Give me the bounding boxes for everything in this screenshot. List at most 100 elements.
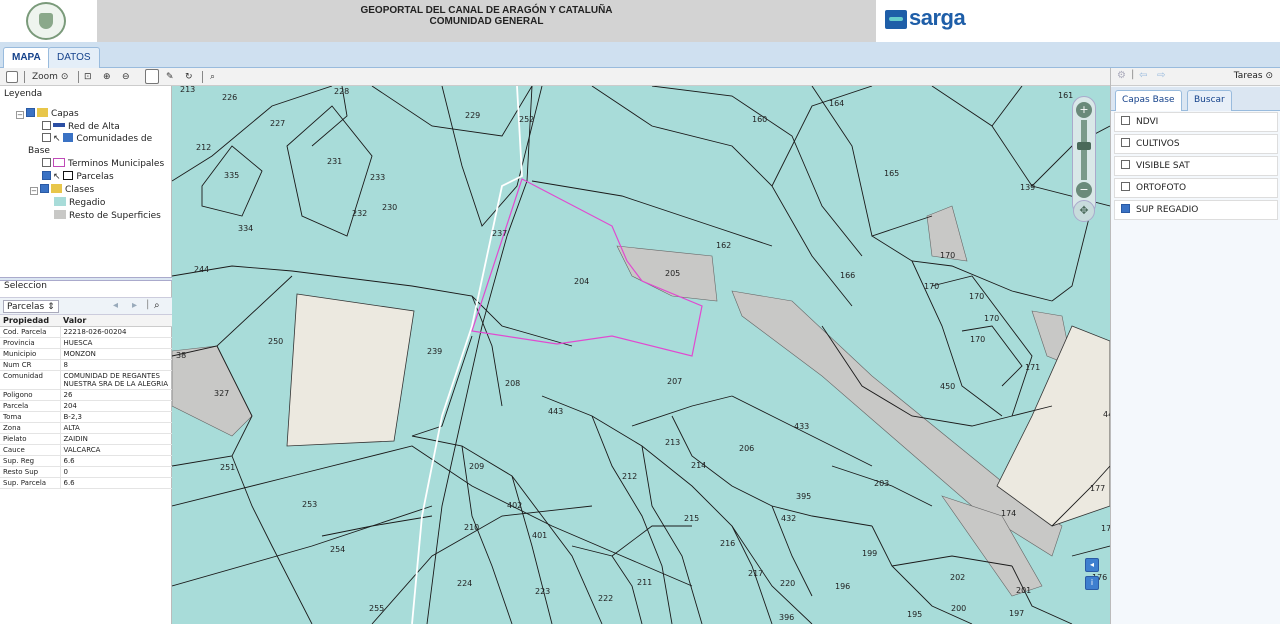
checkbox[interactable] <box>1121 204 1130 213</box>
legend-item-comunidades[interactable]: ↖ Comunidades de <box>42 133 152 145</box>
tab-capas-base[interactable]: Capas Base <box>1115 90 1182 111</box>
tareas-menu[interactable]: Tareas ⊙ <box>1234 71 1273 81</box>
parcel-label: 220 <box>780 579 795 588</box>
zoom-in-icon[interactable]: ⊕ <box>103 70 111 84</box>
parcel-label: 197 <box>1009 609 1024 618</box>
settings-icon[interactable]: ⚙ <box>1117 70 1126 81</box>
checkbox[interactable] <box>42 171 51 180</box>
parcel-label: 255 <box>369 604 384 613</box>
layer-ortofoto[interactable]: ORTOFOTO <box>1114 178 1278 198</box>
layer-label: ORTOFOTO <box>1136 183 1187 193</box>
search-icon[interactable]: ⌕ <box>210 70 215 84</box>
checkbox[interactable] <box>26 108 35 117</box>
parcel-label: 443 <box>548 407 563 416</box>
parcel-label: 232 <box>352 209 367 218</box>
layer-cultivos[interactable]: CULTIVOS <box>1114 134 1278 154</box>
map-canvas[interactable]: 213 226 228 229 252 164 160 161 227 212 231 233 335 2… <box>172 86 1110 624</box>
property-name: Parcela <box>0 400 61 412</box>
parcel-label: 335 <box>224 171 239 180</box>
resto-swatch <box>54 210 66 219</box>
layers-icon <box>51 184 62 193</box>
checkbox[interactable] <box>40 184 49 193</box>
zoom-slider[interactable] <box>1081 120 1087 180</box>
property-value: 26 <box>60 389 172 401</box>
forward-arrow-icon[interactable]: ⇨ <box>1157 70 1165 81</box>
checkbox[interactable] <box>1121 160 1130 169</box>
property-name: Cauce <box>0 444 61 456</box>
parcel-label: 203 <box>874 479 889 488</box>
layer-ndvi[interactable]: NDVI <box>1114 112 1278 132</box>
prev-arrow-icon[interactable]: ◂ <box>113 300 118 311</box>
parcel-label: 229 <box>465 111 480 120</box>
zoom-menu[interactable]: Zoom ⊙ <box>32 70 68 84</box>
sarga-logo-icon <box>885 10 907 29</box>
property-value: 204 <box>60 400 172 412</box>
collapse-panel-icon[interactable]: ◂ <box>1085 558 1099 572</box>
parcel-label: 216 <box>720 539 735 548</box>
property-value: ALTA <box>60 422 172 434</box>
checkbox[interactable] <box>1121 182 1130 191</box>
checkbox[interactable] <box>42 158 51 167</box>
legend-item-parcelas[interactable]: ↖ Parcelas <box>42 171 114 183</box>
select-pointer-icon[interactable] <box>145 69 159 84</box>
brand-logo: sarga <box>876 0 1280 42</box>
parcel-label: 227 <box>270 119 285 128</box>
table-row: Num CR 8 <box>0 359 172 371</box>
legend-item-capas[interactable]: − Capas <box>16 108 79 120</box>
checkbox[interactable] <box>42 121 51 130</box>
checkbox[interactable] <box>1121 138 1130 147</box>
zoom-to-icon[interactable]: ⌕ <box>154 300 160 311</box>
left-panel: Leyenda − Capas Red de Alta ↖ Comunidades… <box>0 86 172 624</box>
parcel-light[interactable] <box>286 293 415 447</box>
layer-select[interactable]: Parcelas ⇕ <box>3 300 59 313</box>
property-name: Comunidad <box>0 370 61 390</box>
zoom-out-icon[interactable]: ⊖ <box>122 70 130 84</box>
tareas-label: Tareas <box>1233 71 1263 81</box>
parcel-label: 222 <box>598 594 613 603</box>
zoom-in-icon[interactable]: + <box>1076 102 1092 118</box>
zoom-slider-handle[interactable] <box>1077 142 1091 150</box>
tab-buscar[interactable]: Buscar <box>1187 90 1232 111</box>
pan-icon[interactable]: ✥ <box>1073 200 1095 222</box>
parcel-label: 231 <box>327 157 342 166</box>
legend-label: Regadio <box>69 198 106 208</box>
layer-sup-regadio[interactable]: SUP REGADIO <box>1114 200 1278 220</box>
layer-visible-sat[interactable]: VISIBLE SAT <box>1114 156 1278 176</box>
property-name: Resto Sup <box>0 466 61 478</box>
chevron-down-icon: ⊙ <box>1265 71 1273 81</box>
map-svg[interactable]: 213226228229 2521641601612272122312333352… <box>172 86 1110 624</box>
edit-icon[interactable]: ✎ <box>166 70 174 84</box>
legend-item-red-alta[interactable]: Red de Alta <box>42 121 120 133</box>
tab-mapa[interactable]: MAPA <box>3 47 50 68</box>
parcel-label: 433 <box>794 422 809 431</box>
collapse-icon[interactable]: − <box>16 111 24 119</box>
refresh-icon[interactable]: ↻ <box>185 70 193 84</box>
back-arrow-icon[interactable]: ⇦ <box>1139 70 1147 81</box>
parcel-label: 201 <box>1016 586 1031 595</box>
info-icon[interactable]: i <box>1085 576 1099 590</box>
zoom-box-icon[interactable]: ⊡ <box>84 70 92 84</box>
parcel-label: 177 <box>1090 484 1105 493</box>
checkbox[interactable] <box>42 133 51 142</box>
zoom-out-icon[interactable]: − <box>1076 182 1092 198</box>
table-row: Sup. Parcela 6.6 <box>0 477 172 489</box>
parcel-label: 207 <box>667 377 682 386</box>
legend-item-clases[interactable]: − Clases <box>30 184 94 196</box>
legend-label: Terminos Municipales <box>68 159 165 169</box>
property-value: COMUNIDAD DE REGANTES NUESTRA SRA DE LA … <box>60 370 172 390</box>
checkbox[interactable] <box>1121 116 1130 125</box>
parcel-label: 174 <box>1001 509 1016 518</box>
parcel-label: 402 <box>507 501 522 510</box>
property-name: Toma <box>0 411 61 423</box>
next-arrow-icon[interactable]: ▸ <box>132 300 137 311</box>
ruler-icon[interactable] <box>6 71 18 83</box>
tab-datos[interactable]: DATOS <box>48 47 100 68</box>
selection-toolbar: Parcelas ⇕ ◂ ▸ | ⌕ <box>0 297 172 315</box>
parcel-label: 195 <box>907 610 922 619</box>
toolbar-divider <box>24 71 25 83</box>
collapse-icon[interactable]: − <box>30 187 38 195</box>
table-row: Toma B-2,3 <box>0 411 172 423</box>
legend-item-terminos[interactable]: Terminos Municipales <box>42 158 164 170</box>
parcel-label: 215 <box>684 514 699 523</box>
property-value: 22218-026-00204 <box>60 326 172 338</box>
